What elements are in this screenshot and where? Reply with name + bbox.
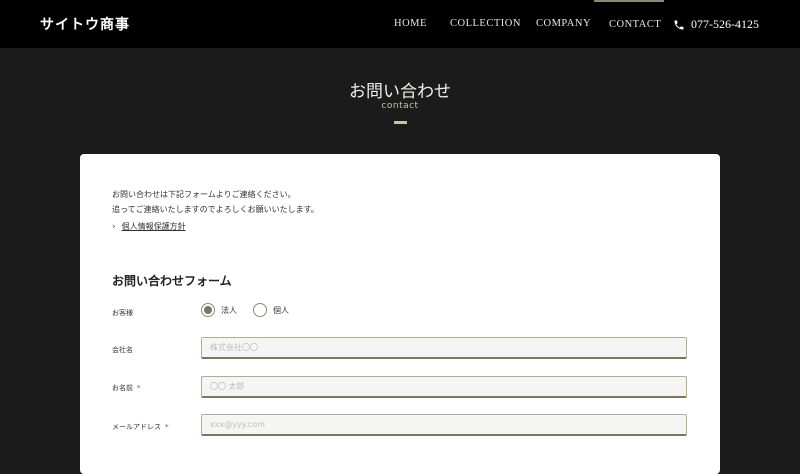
intro-text: お問い合わせは下記フォームよりご連絡ください。 追ってご連絡いたしますのでよろし… xyxy=(112,187,319,217)
nav-home[interactable]: HOME xyxy=(394,18,427,29)
top-navigation-bar: サイトウ商事 HOME COLLECTION COMPANY CONTACT 0… xyxy=(0,0,800,48)
name-label: お名前 * xyxy=(112,383,141,393)
company-name-input[interactable] xyxy=(201,337,687,359)
email-label-text: メールアドレス xyxy=(112,423,161,431)
name-label-text: お名前 xyxy=(112,384,133,392)
name-input[interactable] xyxy=(201,376,687,398)
page-subtitle: contact xyxy=(381,101,419,111)
phone-text: 077-526-4125 xyxy=(691,17,759,31)
radio-individual-label[interactable]: 個人 xyxy=(273,305,289,316)
intro-line-1: お問い合わせは下記フォームよりご連絡ください。 xyxy=(112,190,296,199)
intro-line-2: 追ってご連絡いたしますのでよろしくお願いいたします。 xyxy=(112,205,319,214)
title-divider xyxy=(394,121,407,124)
company-name-label: 会社名 xyxy=(112,346,133,354)
nav-active-indicator xyxy=(594,0,664,2)
email-required-mark: * xyxy=(165,423,169,431)
nav-collection[interactable]: COLLECTION xyxy=(450,18,521,29)
form-title: お問い合わせフォーム xyxy=(112,274,232,288)
name-required-mark: * xyxy=(137,384,141,392)
customer-type-radio-group: 法人 個人 xyxy=(201,303,305,317)
privacy-policy-link[interactable]: › 個人情報保護方針 xyxy=(112,221,186,232)
phone-number[interactable]: 077-526-4125 xyxy=(673,17,759,32)
contact-form-card: お問い合わせは下記フォームよりご連絡ください。 追ってご連絡いたしますのでよろし… xyxy=(80,154,720,474)
radio-individual[interactable] xyxy=(253,303,267,317)
radio-corporate-label[interactable]: 法人 xyxy=(221,305,237,316)
page-title: お問い合わせ xyxy=(349,82,451,102)
nav-contact[interactable]: CONTACT xyxy=(609,19,661,30)
customer-type-label: お客様 xyxy=(112,309,133,317)
email-label: メールアドレス * xyxy=(112,422,169,432)
privacy-policy-label: 個人情報保護方針 xyxy=(121,222,186,231)
nav-company[interactable]: COMPANY xyxy=(536,18,591,29)
chevron-right-icon: › xyxy=(112,221,116,232)
email-input[interactable] xyxy=(201,414,687,436)
phone-icon xyxy=(673,19,685,31)
site-logo[interactable]: サイトウ商事 xyxy=(40,14,130,34)
radio-corporate[interactable] xyxy=(201,303,215,317)
